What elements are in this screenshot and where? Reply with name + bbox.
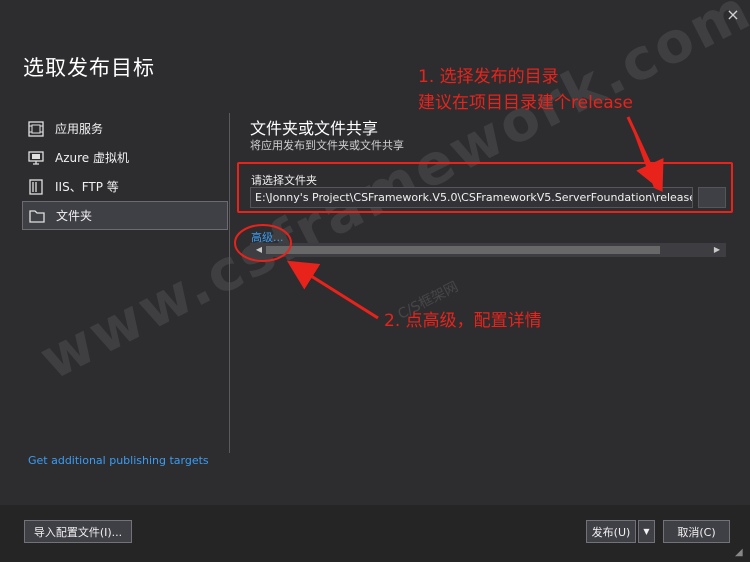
advanced-link-circle <box>234 224 292 262</box>
arrow-to-advanced <box>286 260 379 320</box>
annotation-arrows <box>234 116 664 320</box>
